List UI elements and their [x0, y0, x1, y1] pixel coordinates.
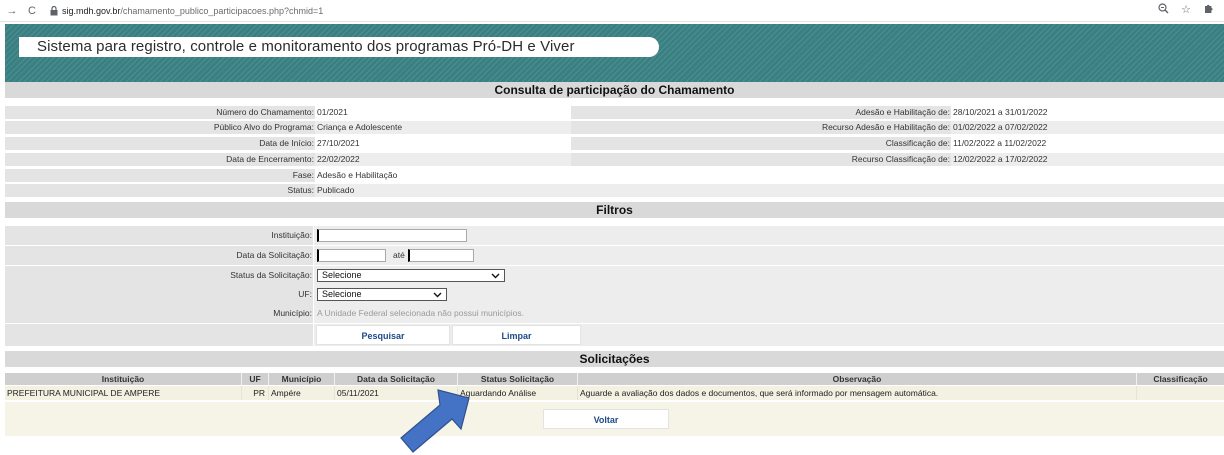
municipio-cell: A Unidade Federal selecionada não possui… — [314, 304, 1224, 323]
col-data-solicitacao: Data da Solicitação — [335, 373, 458, 385]
bookmark-star-icon[interactable]: ☆ — [1181, 3, 1191, 17]
solicitacoes-table-header: Instituição UF Município Data da Solicit… — [5, 373, 1224, 385]
publico-label: Público Alvo do Programa: — [5, 121, 315, 134]
annotation-arrow-icon — [400, 389, 470, 453]
row-uf: PR — [242, 386, 269, 400]
table-row[interactable]: PREFEITURA MUNICIPAL DE AMPERE PR Ampére… — [5, 386, 1224, 400]
adesao-label: Adesão e Habilitação de: — [571, 106, 951, 119]
classificacao-label: Classificação de: — [571, 137, 951, 150]
title-banner: Sistema para registro, controle e monito… — [19, 37, 659, 57]
data-encerramento-label: Data de Encerramento: — [5, 153, 315, 166]
status-solicitacao-label: Status da Solicitação: — [5, 266, 313, 285]
fase-label: Fase: — [5, 169, 315, 182]
recurso-classificacao-value: 12/02/2022 a 17/02/2022 — [953, 154, 1048, 164]
municipio-label: Município: — [5, 304, 313, 323]
lock-icon[interactable] — [48, 5, 60, 17]
col-municipio: Município — [269, 373, 335, 385]
uf-select-value: Selecione — [322, 289, 362, 299]
uf-label: UF: — [5, 285, 313, 304]
col-observacao: Observação — [578, 373, 1137, 385]
numero-value: 01/2021 — [317, 107, 348, 117]
limpar-button[interactable]: Limpar — [452, 325, 581, 345]
info-row: Data de Encerramento: 22/02/2022 Recurso… — [5, 153, 1224, 166]
data-inicio-input[interactable] — [317, 249, 386, 262]
classificacao-value: 11/02/2022 a 11/02/2022 — [953, 138, 1047, 148]
table-footer: Voltar — [5, 402, 1224, 436]
col-instituicao: Instituição — [5, 373, 242, 385]
col-status-solicitacao: Status Solicitação — [458, 373, 578, 385]
pesquisar-button[interactable]: Pesquisar — [316, 325, 450, 345]
info-row: Status: Publicado — [5, 184, 1224, 197]
adesao-value: 28/10/2021 a 31/01/2022 — [953, 107, 1048, 117]
recurso-adesao-value: 01/02/2022 a 07/02/2022 — [953, 122, 1048, 132]
row-municipio: Ampére — [269, 386, 335, 400]
filtros-title: Filtros — [5, 202, 1224, 218]
row-instituicao: PREFEITURA MUNICIPAL DE AMPERE — [5, 386, 242, 400]
municipio-message: A Unidade Federal selecionada não possui… — [317, 308, 524, 318]
data-inicio-label: Data de Início: — [5, 137, 315, 150]
site-title: Sistema para registro, controle e monito… — [37, 38, 575, 55]
data-encerramento-value: 22/02/2022 — [317, 154, 360, 164]
chevron-down-icon — [491, 270, 500, 284]
filter-row-uf: UF: Selecione — [5, 285, 1224, 304]
instituicao-cell — [314, 226, 1224, 245]
fase-value: Adesão e Habilitação — [317, 170, 398, 180]
status-select-value: Selecione — [322, 270, 362, 280]
status-select[interactable]: Selecione — [317, 269, 505, 282]
voltar-button[interactable]: Voltar — [543, 409, 669, 429]
filter-row-municipio: Município: A Unidade Federal selecionada… — [5, 304, 1224, 323]
data-inicio-value: 27/10/2021 — [317, 138, 360, 148]
ate-label: até — [393, 250, 405, 260]
data-solicitacao-cell: até — [314, 246, 1224, 265]
filter-row-status: Status da Solicitação: Selecione — [5, 266, 1224, 285]
browser-toolbar: → C sig.mdh.gov.br/chamamento_publico_pa… — [0, 0, 1224, 22]
col-uf: UF — [242, 373, 269, 385]
recurso-classificacao-label: Recurso Classificação de: — [571, 153, 951, 166]
forward-icon[interactable]: → — [4, 3, 20, 19]
zoom-icon[interactable] — [1158, 3, 1169, 17]
url-path: /chamamento_publico_participacoes.php?ch… — [120, 5, 324, 16]
buttons-cell: Pesquisar Limpar — [314, 324, 1224, 346]
uf-cell: Selecione — [314, 285, 1224, 304]
status-label: Status: — [5, 184, 315, 197]
status-solicitacao-cell: Selecione — [314, 266, 1224, 285]
row-status-solicitacao: Aguardando Análise — [458, 386, 578, 400]
solicitacoes-title: Solicitações — [5, 351, 1224, 367]
recurso-adesao-label: Recurso Adesão e Habilitação de: — [571, 121, 951, 134]
data-solicitacao-label: Data da Solicitação: — [5, 246, 313, 265]
filter-row-buttons: Pesquisar Limpar — [5, 324, 1224, 346]
buttons-label-cell — [5, 324, 313, 346]
info-row: Fase: Adesão e Habilitação — [5, 169, 1224, 182]
chevron-down-icon — [433, 289, 442, 303]
instituicao-input[interactable] — [317, 229, 467, 242]
status-value: Publicado — [317, 185, 355, 195]
reload-icon[interactable]: C — [24, 3, 40, 19]
consulta-title: Consulta de participação do Chamamento — [5, 82, 1224, 98]
row-classificacao — [1137, 386, 1224, 400]
extensions-icon[interactable] — [1203, 3, 1214, 17]
site-header: Sistema para registro, controle e monito… — [5, 24, 1224, 82]
numero-label: Número do Chamamento: — [5, 106, 315, 119]
row-observacao: Aguarde a avaliação dos dados e document… — [578, 386, 1137, 400]
filter-row-instituicao: Instituição: — [5, 226, 1224, 245]
data-fim-input[interactable] — [408, 249, 474, 262]
filter-row-data: Data da Solicitação: até — [5, 246, 1224, 265]
address-bar[interactable]: sig.mdh.gov.br/chamamento_publico_partic… — [62, 6, 323, 16]
info-row: Data de Início: 27/10/2021 Classificação… — [5, 137, 1224, 150]
uf-select[interactable]: Selecione — [317, 288, 447, 301]
url-host: sig.mdh.gov.br — [62, 5, 121, 16]
info-row: Número do Chamamento: 01/2021 Adesão e H… — [5, 106, 1224, 119]
col-classificacao: Classificação — [1153, 374, 1208, 384]
instituicao-label: Instituição: — [5, 226, 313, 245]
publico-value: Criança e Adolescente — [317, 122, 403, 132]
info-row: Público Alvo do Programa: Criança e Adol… — [5, 121, 1224, 134]
